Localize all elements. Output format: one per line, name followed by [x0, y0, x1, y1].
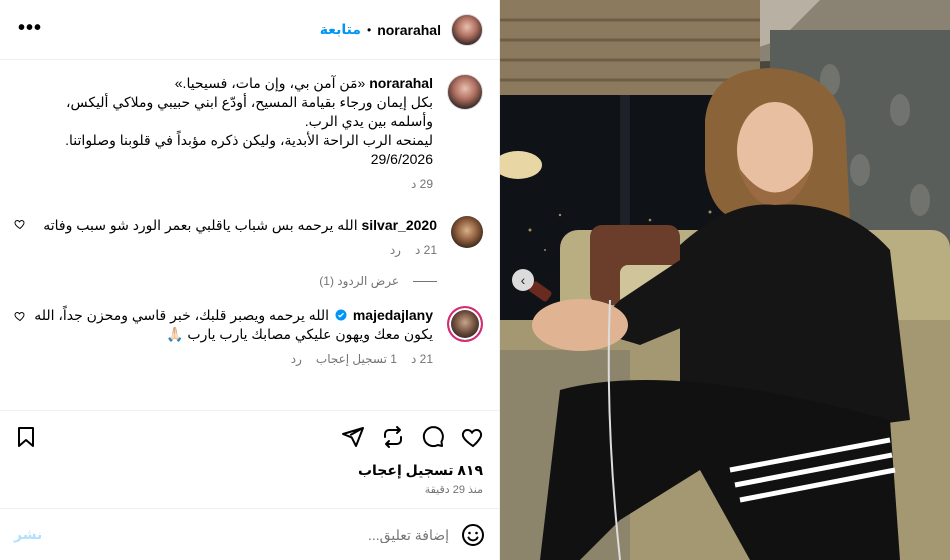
comment-icon[interactable] — [421, 425, 445, 449]
reply-button[interactable]: رد — [390, 241, 401, 260]
comment-meta: 21 د 1 تسجيل إعجاب رد — [16, 350, 433, 369]
post-image — [500, 0, 950, 560]
follow-button[interactable]: متابعة — [320, 21, 361, 38]
comments-panel: norarahal • متابعة ••• norarahal «مَن آم… — [0, 0, 500, 560]
comment-row: silvar_2020 الله يرحمه بس شباب ياقلبي بع… — [0, 194, 499, 260]
view-replies-button[interactable]: عرض الردود (1) — [0, 260, 437, 288]
view-replies-label[interactable]: عرض الردود (1) — [319, 274, 399, 288]
comment-time[interactable]: 21 د — [411, 350, 433, 369]
comment-likes[interactable]: 1 تسجيل إعجاب — [316, 350, 397, 369]
author-avatar[interactable] — [451, 13, 483, 46]
comment-meta: 21 د رد — [16, 241, 437, 260]
bookmark-icon[interactable] — [14, 425, 38, 449]
heart-icon[interactable] — [461, 425, 485, 449]
more-icon[interactable]: ••• — [18, 18, 42, 38]
comment-input[interactable] — [42, 526, 449, 543]
share-icon[interactable] — [341, 425, 365, 449]
caption-text-line5: 29/6/2026 — [370, 151, 433, 167]
comment-heart-icon[interactable] — [14, 310, 26, 322]
caption-time[interactable]: 29 د — [411, 175, 433, 194]
action-buttons — [341, 425, 485, 449]
verified-badge-icon — [335, 309, 347, 321]
add-comment-bar: نشر — [0, 508, 499, 560]
repost-icon[interactable] — [381, 425, 405, 449]
comment-time[interactable]: 21 د — [415, 241, 437, 260]
reply-button[interactable]: رد — [291, 350, 302, 369]
author-username[interactable]: norarahal — [377, 22, 441, 38]
caption-username[interactable]: norarahal — [369, 75, 433, 91]
like-count[interactable]: ٨١٩ تسجيل إعجاب — [0, 462, 499, 479]
post-header: norarahal • متابعة ••• — [0, 0, 499, 60]
caption-body: norarahal «مَن آمن بي، وإن مات، فسيحيا.»… — [16, 74, 433, 194]
comment-username[interactable]: silvar_2020 — [361, 217, 437, 233]
comment-body: majedajlany الله يرحمه ويصبر قلبك، خبر ق… — [16, 306, 433, 369]
comments-list[interactable]: norarahal «مَن آمن بي، وإن مات، فسيحيا.»… — [0, 60, 499, 410]
chevron-left-icon[interactable]: ‹ — [512, 269, 534, 291]
commenter-avatar[interactable] — [447, 306, 483, 342]
commenter-avatar[interactable] — [451, 216, 483, 248]
caption-avatar[interactable] — [447, 74, 483, 110]
comment-username[interactable]: majedajlany — [353, 307, 433, 323]
caption-row: norarahal «مَن آمن بي، وإن مات، فسيحيا.»… — [0, 60, 499, 194]
post-dialog: norarahal • متابعة ••• norarahal «مَن آم… — [0, 0, 950, 560]
comment-text: الله يرحمه بس شباب ياقلبي بعمر الورد شو … — [43, 217, 358, 233]
post-photo[interactable]: ‹ — [500, 0, 950, 560]
header-separator: • — [366, 22, 372, 37]
posted-ago[interactable]: منذ 29 دقيقة — [0, 479, 499, 496]
replies-line — [413, 280, 437, 282]
caption-meta: 29 د — [16, 175, 433, 194]
comment-row: majedajlany الله يرحمه ويصبر قلبك، خبر ق… — [0, 288, 499, 369]
caption-text-line2: بكل إيمان ورجاء بقيامة المسيح، أودّع ابن… — [65, 94, 433, 110]
emoji-icon[interactable] — [461, 523, 485, 547]
comment-body: silvar_2020 الله يرحمه بس شباب ياقلبي بع… — [16, 216, 437, 260]
caption-text-line4: ليمنحه الرب الراحة الأبدية، وليكن ذكره م… — [65, 132, 433, 148]
post-button[interactable]: نشر — [14, 526, 42, 543]
caption-text-line3: وأسلمه بين يدي الرب. — [304, 113, 433, 129]
action-bar — [0, 410, 499, 462]
caption-text-line1: «مَن آمن بي، وإن مات، فسيحيا.» — [174, 75, 366, 91]
comment-heart-icon[interactable] — [14, 218, 26, 230]
